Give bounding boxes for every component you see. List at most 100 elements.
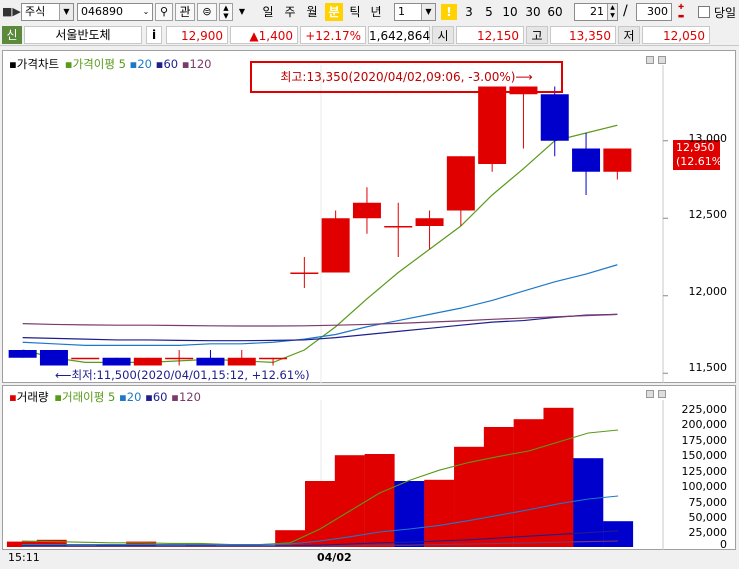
tab-month[interactable]: 월 [303,3,321,21]
info-button[interactable]: i [146,26,162,44]
menu-arrow-icon[interactable]: ■▶ [2,5,21,19]
credit-badge: 신 [2,26,22,44]
interval-select[interactable]: 1 ▼ [394,3,436,21]
chevron-down-icon[interactable]: ▼ [59,4,73,20]
low-price: 12,050 [642,26,710,44]
candle-body [415,218,444,226]
minus-icon: ▬ [677,12,685,20]
tab-week[interactable]: 주 [281,3,299,21]
tab-tick[interactable]: 틱 [346,3,364,21]
candle-body [446,156,475,211]
price-ma5-line [22,124,618,364]
candle-body [8,350,37,358]
chevron-down-icon: ▼ [238,7,246,16]
candle-body [165,357,194,360]
candle-body [572,148,601,172]
link-icon: ⊜ [202,5,212,18]
total-input[interactable]: 300 [636,3,672,21]
total-value: 300 [647,5,668,18]
candle-body [227,357,256,366]
volume-bar [364,454,395,547]
price-chart-panel[interactable]: ▪가격차트 ▪가격이평 5 ▪20 ▪60 ▪120 최고:13,350(202… [2,50,736,383]
candle-body [540,94,569,141]
candle-body [352,202,381,219]
preset-3[interactable]: 3 [461,3,477,21]
price-chart[interactable] [3,51,737,384]
stepper-button[interactable]: ▲ ▼ [219,3,233,21]
candle-body [384,226,413,228]
search-icon: ⚲ [159,5,169,18]
volume-bar [543,407,574,547]
high-price: 13,350 [550,26,616,44]
volume-chart[interactable] [3,386,737,551]
vol-tick-225000: 225,000 [681,403,728,416]
high-label: 고 [526,26,548,44]
vol-tick-200000: 200,000 [681,418,728,431]
candle-body [71,357,100,360]
search-button[interactable]: ⚲ [155,3,173,21]
volume-bar [394,481,425,547]
tab-year[interactable]: 년 [367,3,385,21]
vol-tick-150000: 150,000 [681,449,728,462]
x-axis-date: 04/02 [317,551,352,564]
volume-bar [424,479,455,547]
x-axis: 15:11 04/02 [0,550,739,569]
code-input[interactable]: 046890 ⌄ [77,3,153,21]
vol-tick-75000: 75,000 [688,496,728,509]
down-arrow-icon: ▼ [223,12,229,20]
interval-info-button[interactable]: ! [441,4,457,20]
slash-text: / [623,3,628,19]
open-price: 12,150 [456,26,524,44]
sameday-label: 당일 [714,6,737,20]
count-input[interactable]: 21 ▲ ▼ [574,3,618,21]
price-tick-12500: 12,500 [688,208,728,221]
quote-strip: 신 서울반도체 i 12,900 ▲1,400 +12.17% 1,642,86… [0,24,739,46]
market-value: 주식 [25,5,46,18]
chevron-down-icon[interactable]: ⌄ [140,4,152,20]
market-select[interactable]: 주식 ▼ [21,3,74,21]
vol-tick-175000: 175,000 [681,434,728,447]
current-price: 12,900 [166,26,228,44]
tab-minute[interactable]: 분 [325,3,343,21]
preset-10[interactable]: 10 [500,3,520,21]
preset-30[interactable]: 30 [523,3,543,21]
more-dropdown[interactable]: ▼ [236,3,248,21]
low-annotation: ⟵최저:11,500(2020/04/01,15:12, +12.61%) [55,368,310,382]
code-value: 046890 [81,5,123,18]
up-arrow-icon: ▲ [223,4,229,12]
x-axis-left-time: 15:11 [8,551,40,564]
volume-bar [334,455,365,547]
volume-chart-panel[interactable]: ▪거래량 ▪거래이평 5 ▪20 ▪60 ▪120 225,000 200,00… [2,385,737,551]
zoom-button[interactable]: ✚ ▬ [674,3,688,21]
plus-icon: ✚ [678,3,684,11]
toolbar: ■▶ 주식 ▼ 046890 ⌄ ⚲ 관 ⊜ ▲ ▼ ▼ 일 주 월 분 틱 년… [0,0,739,24]
spin-icon[interactable]: ▲ ▼ [607,4,617,20]
chevron-down-icon[interactable]: ▼ [421,4,435,20]
high-annotation: 최고:13,350(2020/04/02,09:06, -3.00%)⟶ [250,61,563,93]
vol-tick-50000: 50,000 [688,511,728,524]
preset-60[interactable]: 60 [545,3,565,21]
sameday-checkbox[interactable] [698,6,710,18]
preset-5[interactable]: 5 [481,3,497,21]
candle-body [290,272,319,274]
price-ma20-line [22,264,618,346]
low-label: 저 [618,26,640,44]
count-value: 21 [590,5,604,18]
volume-bar [603,521,634,547]
link-button[interactable]: ⊜ [197,3,217,21]
volume-bar [483,427,514,547]
volume-bar [513,419,544,547]
candle-body [478,86,507,164]
open-label: 시 [432,26,454,44]
trade-volume: 1,642,864 [368,26,430,44]
kwan-button[interactable]: 관 [175,3,195,21]
candle-body [102,357,131,366]
tab-day[interactable]: 일 [259,3,277,21]
interval-value: 1 [398,5,405,18]
change-percent: +12.17% [300,26,366,44]
candle-body [603,148,632,172]
candle-body [133,357,162,366]
candle-body [259,357,288,360]
price-tick-12000: 12,000 [688,285,728,298]
candle-body [39,350,68,366]
